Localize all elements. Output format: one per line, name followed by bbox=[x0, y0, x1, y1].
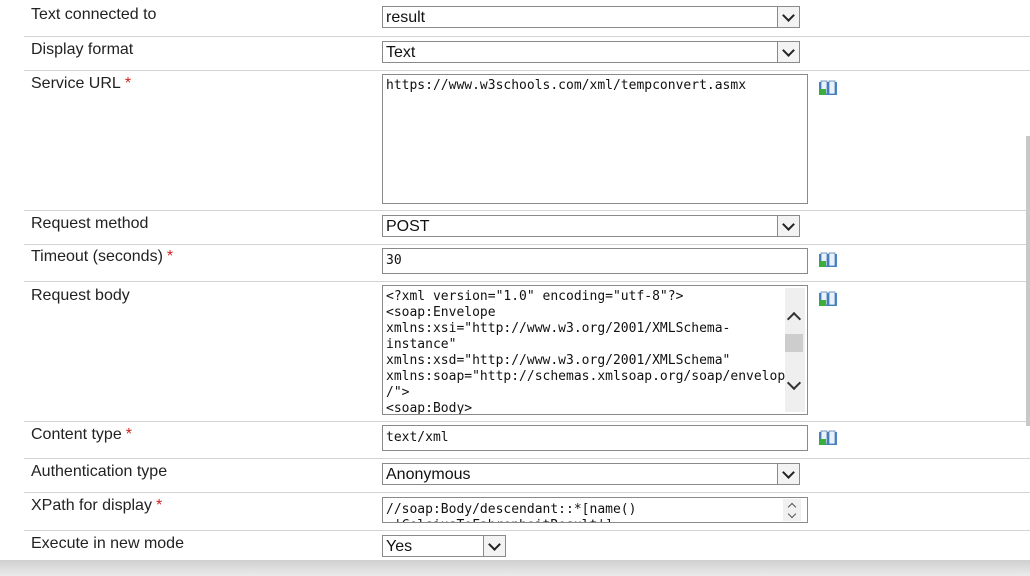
panel-bottom-edge bbox=[0, 560, 1030, 576]
book-macro-icon[interactable] bbox=[818, 252, 838, 268]
content-type-label-text: Content type bbox=[31, 426, 122, 443]
label-display-format: Display format bbox=[31, 41, 134, 58]
request-method-select[interactable]: POST bbox=[382, 215, 800, 237]
xpath-spinner[interactable] bbox=[783, 499, 801, 521]
label-request-body: Request body bbox=[31, 287, 130, 304]
text-connected-to-select[interactable]: result bbox=[382, 6, 800, 28]
label-service-url: Service URL * bbox=[31, 75, 131, 93]
text-connected-to-value: result bbox=[386, 9, 426, 26]
properties-panel: Text connected to result Display format … bbox=[24, 0, 1030, 560]
dropdown-arrow-icon[interactable] bbox=[483, 536, 505, 556]
required-marker: * bbox=[155, 497, 163, 514]
content-type-input[interactable]: text/xml bbox=[382, 425, 808, 451]
required-marker: * bbox=[166, 248, 174, 265]
auth-type-select[interactable]: Anonymous bbox=[382, 463, 800, 485]
execute-new-mode-select[interactable]: Yes bbox=[382, 535, 506, 557]
dropdown-arrow-icon[interactable] bbox=[777, 42, 799, 62]
service-url-label-text: Service URL bbox=[31, 75, 121, 92]
execute-new-mode-value: Yes bbox=[386, 538, 413, 555]
label-execute-new-mode: Execute in new mode bbox=[31, 535, 184, 552]
label-text-connected-to: Text connected to bbox=[31, 6, 157, 23]
dropdown-arrow-icon[interactable] bbox=[777, 464, 799, 484]
request-body-scrollbar[interactable] bbox=[785, 288, 805, 412]
service-url-value: https://www.w3schools.com/xml/tempconver… bbox=[386, 78, 747, 93]
scroll-down-icon[interactable] bbox=[786, 375, 802, 391]
timeout-value: 30 bbox=[386, 253, 402, 268]
row-request-body: Request body <?xml version="1.0" encodin… bbox=[24, 281, 1030, 422]
timeout-input[interactable]: 30 bbox=[382, 248, 808, 274]
xpath-label-text: XPath for display bbox=[31, 497, 152, 514]
book-macro-icon[interactable] bbox=[818, 80, 838, 96]
service-url-textarea[interactable]: https://www.w3schools.com/xml/tempconver… bbox=[382, 74, 808, 204]
book-macro-icon[interactable] bbox=[818, 291, 838, 307]
timeout-label-text: Timeout (seconds) bbox=[31, 248, 163, 265]
request-method-value: POST bbox=[386, 218, 430, 235]
dropdown-arrow-icon[interactable] bbox=[777, 7, 799, 27]
label-timeout: Timeout (seconds) * bbox=[31, 248, 173, 266]
label-content-type: Content type * bbox=[31, 426, 132, 444]
row-xpath: XPath for display * //soap:Body/descendan… bbox=[24, 492, 1030, 531]
book-macro-icon[interactable] bbox=[818, 430, 838, 446]
content-type-value: text/xml bbox=[386, 430, 449, 445]
page-scrollbar[interactable] bbox=[1026, 136, 1030, 426]
display-format-select[interactable]: Text bbox=[382, 41, 800, 63]
required-marker: * bbox=[125, 426, 132, 443]
label-xpath: XPath for display * bbox=[31, 497, 162, 515]
dropdown-arrow-icon[interactable] bbox=[777, 216, 799, 236]
request-body-textarea[interactable]: <?xml version="1.0" encoding="utf-8"?> <… bbox=[382, 285, 808, 415]
scroll-thumb[interactable] bbox=[785, 334, 803, 352]
request-body-value: <?xml version="1.0" encoding="utf-8"?> <… bbox=[386, 289, 793, 415]
row-auth-type: Authentication type Anonymous bbox=[24, 458, 1030, 493]
display-format-value: Text bbox=[386, 44, 416, 61]
row-content-type: Content type * text/xml bbox=[24, 421, 1030, 459]
label-request-method: Request method bbox=[31, 215, 149, 232]
row-timeout: Timeout (seconds) * 30 bbox=[24, 244, 1030, 282]
required-marker: * bbox=[124, 75, 132, 92]
scroll-down-icon[interactable] bbox=[787, 509, 797, 519]
row-text-connected-to: Text connected to result bbox=[24, 0, 1030, 37]
row-display-format: Display format Text bbox=[24, 36, 1030, 71]
auth-type-value: Anonymous bbox=[386, 466, 471, 483]
label-auth-type: Authentication type bbox=[31, 463, 168, 480]
row-execute-new-mode: Execute in new mode Yes bbox=[24, 530, 1030, 560]
xpath-value: //soap:Body/descendant::*[name() ='Celsi… bbox=[386, 502, 637, 522]
xpath-textarea[interactable]: //soap:Body/descendant::*[name() ='Celsi… bbox=[382, 497, 808, 523]
row-request-method: Request method POST bbox=[24, 210, 1030, 245]
row-service-url: Service URL * https://www.w3schools.com/x… bbox=[24, 70, 1030, 211]
scroll-up-icon[interactable] bbox=[786, 311, 802, 327]
